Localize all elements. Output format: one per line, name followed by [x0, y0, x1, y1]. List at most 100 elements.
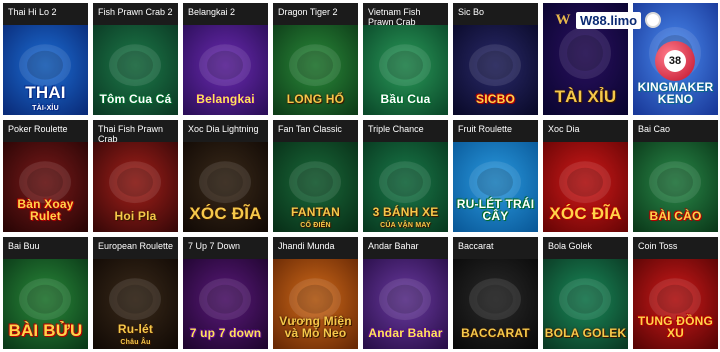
game-tile[interactable]: Fruit Roulette RU-LÉT TRÁI CÂY: [453, 120, 538, 232]
game-tile[interactable]: Fish Prawn Crab 2 Tôm Cua Cá: [93, 3, 178, 115]
brand-logo-icon: W: [555, 11, 571, 28]
game-title: Thai Hi Lo 2: [8, 7, 57, 17]
game-thumbnail: Tôm Cua Cá: [93, 25, 178, 115]
game-tile[interactable]: Fan Tan Classic FANTAN CỔ ĐIỂN: [273, 120, 358, 232]
game-tile[interactable]: Poker Roulette Bàn Xoay Rulet: [3, 120, 88, 232]
game-title: 7 Up 7 Down: [188, 241, 241, 251]
game-tile[interactable]: Belangkai 2 Belangkai: [183, 3, 268, 115]
game-logo-text: BÀI BỬU: [8, 321, 83, 340]
game-title: Poker Roulette: [8, 124, 68, 134]
game-tile[interactable]: Bai Cao BÀI CÀO: [633, 120, 718, 232]
game-tile[interactable]: Sic Bo SICBO: [453, 3, 538, 115]
game-thumbnail: Vương Miện và Mỏ Neo: [273, 259, 358, 349]
game-title: Fish Prawn Crab 2: [98, 7, 173, 17]
game-logo-text: Vương Miện và Mỏ Neo: [279, 314, 352, 340]
game-title: Coin Toss: [638, 241, 678, 251]
game-logo-text: BOLA GOLEK: [544, 326, 627, 340]
game-title: Dragon Tiger 2: [278, 7, 338, 17]
game-tile[interactable]: Xoc Dia Lightning XÓC ĐĨA: [183, 120, 268, 232]
game-thumbnail: BÀI BỬU: [3, 259, 88, 349]
game-title: European Roulette: [98, 241, 174, 251]
game-logo-text: XÓC ĐĨA: [189, 204, 262, 223]
game-logo-subtext: CỔ ĐIỂN: [300, 222, 331, 229]
game-logo-text: Bàn Xoay Rulet: [17, 197, 74, 223]
game-thumbnail: Andar Bahar: [363, 259, 448, 349]
game-logo-subtext: CỦA VẬN MAY: [380, 222, 431, 229]
game-thumbnail: Bầu Cua: [363, 25, 448, 115]
game-tile[interactable]: Bai Buu BÀI BỬU: [3, 237, 88, 349]
game-logo-text: BACCARAT: [461, 326, 530, 340]
game-thumbnail: BÀI CÀO: [633, 142, 718, 232]
brand-name: W88.limo: [576, 11, 642, 29]
game-logo-text: Hoi Pla: [114, 209, 157, 223]
game-title: Jhandi Munda: [278, 241, 335, 251]
game-logo-subtext: Châu Âu: [120, 339, 151, 346]
game-logo-text: Ru-lét: [117, 322, 154, 336]
game-title: Belangkai 2: [188, 7, 236, 17]
game-thumbnail: SICBO: [453, 25, 538, 115]
game-title: Andar Bahar: [368, 241, 419, 251]
game-logo-text: THAI: [25, 83, 66, 102]
game-tile[interactable]: Xoc Dia XÓC ĐĨA: [543, 120, 628, 232]
game-title: Bai Buu: [8, 241, 40, 251]
game-tile[interactable]: Thai Fish Prawn Crab Hoi Pla: [93, 120, 178, 232]
game-tile[interactable]: 7 Up 7 Down 7 up 7 down: [183, 237, 268, 349]
keno-ball-number: 38: [664, 50, 686, 72]
game-logo-text: 7 up 7 down: [189, 326, 262, 340]
game-logo-text: Tôm Cua Cá: [99, 92, 172, 106]
game-thumbnail: XÓC ĐĨA: [183, 142, 268, 232]
game-tile[interactable]: Jhandi Munda Vương Miện và Mỏ Neo: [273, 237, 358, 349]
game-thumbnail: Ru-lét Châu Âu: [93, 259, 178, 349]
game-tile[interactable]: Dragon Tiger 2 LONG HỔ: [273, 3, 358, 115]
game-logo-text: FANTAN: [291, 205, 340, 219]
game-logo-text: TÀI XỈU: [554, 87, 617, 106]
game-title: Fruit Roulette: [458, 124, 513, 134]
game-logo-text: RU-LÉT TRÁI CÂY: [456, 197, 535, 223]
game-logo-text: SICBO: [475, 92, 515, 106]
game-title: Thai Fish Prawn Crab: [98, 124, 164, 144]
game-tile[interactable]: Thai Hi Lo 2 THAI TÀI-XỈU: [3, 3, 88, 115]
game-title: Xoc Dia Lightning: [188, 124, 259, 134]
game-thumbnail: 7 up 7 down: [183, 259, 268, 349]
game-title: Sic Bo: [458, 7, 485, 17]
game-thumbnail: Belangkai: [183, 25, 268, 115]
game-tile[interactable]: Bola Golek BOLA GOLEK: [543, 237, 628, 349]
game-title: Fan Tan Classic: [278, 124, 342, 134]
game-logo-text: BÀI CÀO: [649, 209, 702, 223]
game-thumbnail: TUNG ĐỒNG XU: [633, 259, 718, 349]
game-thumbnail: XÓC ĐĨA: [543, 142, 628, 232]
game-thumbnail: Hoi Pla: [93, 142, 178, 232]
game-tile[interactable]: Vietnam Fish Prawn Crab Bầu Cua: [363, 3, 448, 115]
game-logo-text: 3 BÁNH XE: [372, 205, 439, 219]
game-grid: Thai Hi Lo 2 THAI TÀI-XỈU Fish Prawn Crab 2…: [0, 0, 720, 352]
game-thumbnail: LONG HỔ: [273, 25, 358, 115]
game-title: Baccarat: [458, 241, 494, 251]
game-logo-text: TUNG ĐỒNG XU: [637, 314, 714, 340]
game-logo-text: Belangkai: [196, 92, 255, 106]
game-tile[interactable]: Andar Bahar Andar Bahar: [363, 237, 448, 349]
game-title: Xoc Dia: [548, 124, 580, 134]
game-thumbnail: FANTAN CỔ ĐIỂN: [273, 142, 358, 232]
game-thumbnail: RU-LÉT TRÁI CÂY: [453, 142, 538, 232]
game-title: Bola Golek: [548, 241, 593, 251]
game-logo-text: Bầu Cua: [380, 92, 431, 106]
game-tile[interactable]: Baccarat BACCARAT: [453, 237, 538, 349]
game-logo-text: XÓC ĐĨA: [549, 204, 622, 223]
game-logo-text: LONG HỔ: [286, 92, 345, 106]
game-logo-subtext: TÀI-XỈU: [32, 105, 59, 112]
keno-ball-icon: 38: [655, 41, 695, 81]
game-tile[interactable]: European Roulette Ru-lét Châu Âu: [93, 237, 178, 349]
game-thumbnail: BACCARAT: [453, 259, 538, 349]
game-title: Triple Chance: [368, 124, 424, 134]
game-thumbnail: 3 BÁNH XE CỦA VẬN MAY: [363, 142, 448, 232]
game-title: Bai Cao: [638, 124, 671, 134]
game-title: Vietnam Fish Prawn Crab: [368, 7, 421, 27]
game-thumbnail: THAI TÀI-XỈU: [3, 25, 88, 115]
brand-badge[interactable]: W W88.limo: [552, 8, 702, 32]
game-thumbnail: BOLA GOLEK: [543, 259, 628, 349]
game-logo-text: Andar Bahar: [368, 326, 443, 340]
game-logo-text: KINGMAKER KENO: [637, 80, 714, 106]
game-tile[interactable]: Coin Toss TUNG ĐỒNG XU: [633, 237, 718, 349]
football-icon: [645, 12, 662, 28]
game-tile[interactable]: Triple Chance 3 BÁNH XE CỦA VẬN MAY: [363, 120, 448, 232]
